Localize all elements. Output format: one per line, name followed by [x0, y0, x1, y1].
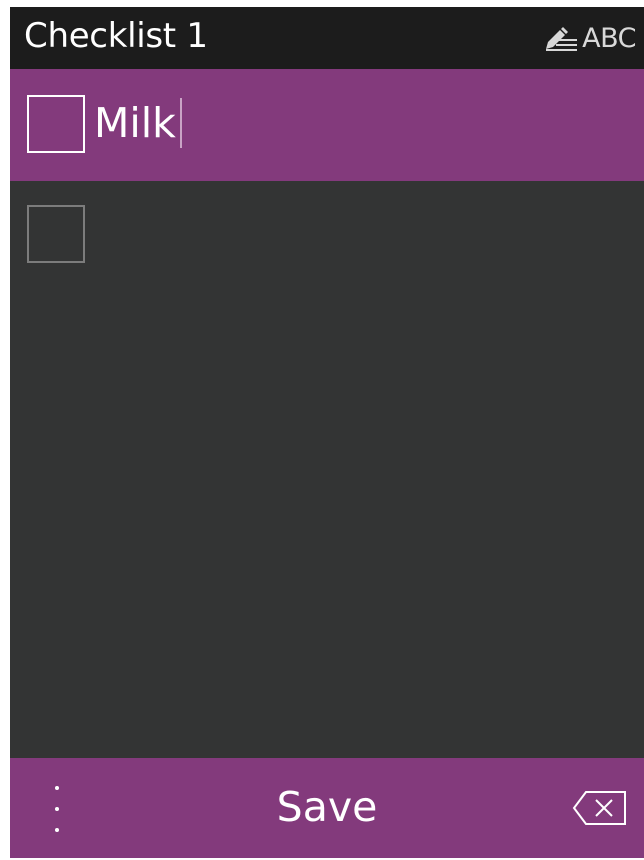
input-mode-indicator: ABC	[543, 22, 636, 56]
item-checkbox[interactable]	[27, 205, 85, 263]
softkey-bar: Save	[10, 758, 644, 858]
backspace-icon	[572, 791, 626, 825]
page-title: Checklist 1	[24, 16, 208, 56]
checklist-item-active[interactable]: Milk	[10, 69, 644, 181]
checklist-editor-screen: Checklist 1 ABC Milk Save	[10, 7, 644, 858]
vertical-dots-icon-dot	[55, 807, 59, 811]
text-cursor	[179, 98, 182, 148]
options-button[interactable]	[40, 786, 74, 832]
vertical-dots-icon	[55, 786, 59, 790]
pencil-lines-icon	[546, 27, 578, 51]
input-mode-label: ABC	[582, 23, 636, 54]
vertical-dots-icon-dot	[55, 828, 59, 832]
header-bar: Checklist 1 ABC	[10, 7, 644, 69]
item-text-input[interactable]: Milk	[94, 93, 182, 153]
backspace-button[interactable]	[572, 790, 628, 826]
item-checkbox[interactable]	[27, 95, 85, 153]
item-text: Milk	[94, 99, 176, 147]
save-button[interactable]: Save	[227, 778, 427, 836]
